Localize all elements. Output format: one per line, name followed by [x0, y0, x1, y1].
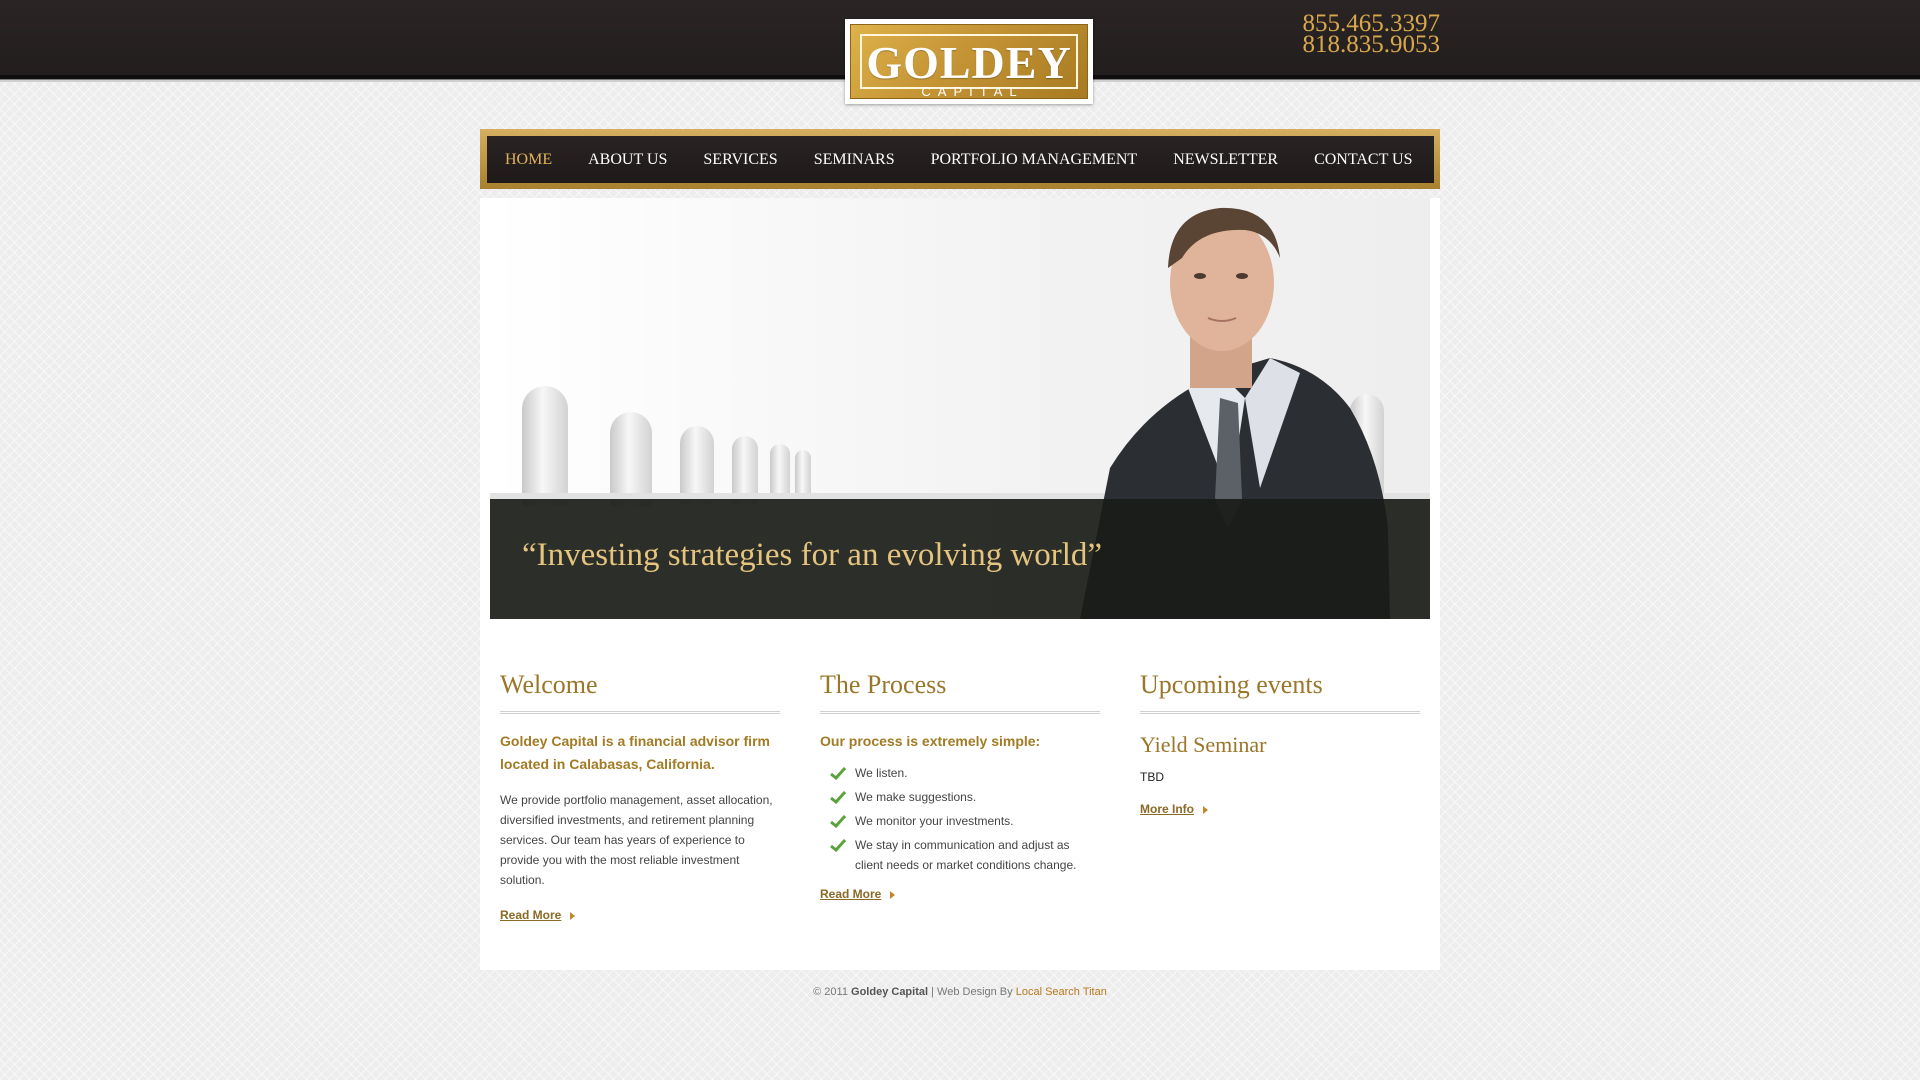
nav-contact-us[interactable]: CONTACT US — [1314, 151, 1412, 169]
arrow-right-icon — [1203, 805, 1208, 814]
events-heading: Upcoming events — [1140, 670, 1420, 714]
check-icon — [830, 766, 846, 780]
nav-home[interactable]: HOME — [505, 151, 552, 169]
welcome-read-more-link[interactable]: Read More — [500, 908, 576, 922]
list-item: We monitor your investments. — [830, 811, 1100, 831]
logo-word: GOLDEY — [866, 37, 1072, 88]
nav-about-us[interactable]: ABOUT US — [588, 151, 667, 169]
more-info-link[interactable]: More Info — [1140, 802, 1208, 816]
step-text: We stay in communication and adjust as c… — [855, 838, 1077, 872]
welcome-column: Welcome Goldey Capital is a financial ad… — [500, 670, 780, 924]
events-column: Upcoming events Yield Seminar TBD More I… — [1140, 670, 1420, 818]
step-text: We monitor your investments. — [855, 814, 1014, 828]
process-steps: We listen. We make suggestions. We monit… — [830, 763, 1100, 875]
hero-banner: “Investing strategies for an evolving wo… — [490, 499, 1430, 619]
footer-company: Goldey Capital — [851, 986, 929, 998]
welcome-body: We provide portfolio management, asset a… — [500, 793, 773, 887]
nav-portfolio-management[interactable]: PORTFOLIO MANAGEMENT — [931, 151, 1138, 169]
step-text: We listen. — [855, 766, 908, 780]
welcome-heading: Welcome — [500, 670, 780, 714]
chair-shape — [522, 386, 568, 506]
check-icon — [830, 838, 846, 852]
footer: © 2011 Goldey Capital | Web Design By Lo… — [0, 986, 1920, 998]
phone-numbers: 855.465.3397 818.835.9053 — [1303, 11, 1441, 57]
nav-newsletter[interactable]: NEWSLETTER — [1173, 151, 1278, 169]
footer-copyright: © 2011 — [813, 986, 848, 998]
process-column: The Process Our process is extremely sim… — [820, 670, 1100, 903]
step-text: We make suggestions. — [855, 790, 977, 804]
process-read-more-link[interactable]: Read More — [820, 887, 896, 901]
more-info-label: More Info — [1140, 802, 1194, 816]
list-item: We stay in communication and adjust as c… — [830, 835, 1100, 875]
arrow-right-icon — [570, 911, 576, 920]
goldey-capital-logo[interactable]: GOLDEY CAPITAL — [845, 19, 1093, 104]
main-nav: HOME ABOUT US SERVICES SEMINARS PORTFOLI… — [480, 129, 1440, 189]
check-icon — [830, 790, 846, 804]
process-lead: Our process is extremely simple: — [820, 733, 1041, 749]
read-more-label: Read More — [500, 908, 562, 922]
check-icon — [830, 814, 846, 828]
hero-quote: “Investing strategies for an evolving wo… — [522, 537, 1103, 573]
list-item: We listen. — [830, 763, 1100, 783]
read-more-label: Read More — [820, 887, 882, 901]
arrow-right-icon — [890, 890, 896, 899]
hero-image: “Investing strategies for an evolving wo… — [490, 198, 1430, 619]
process-heading: The Process — [820, 670, 1100, 714]
welcome-lead: Goldey Capital is a financial advisor fi… — [500, 733, 770, 772]
footer-designer-link[interactable]: Local Search Titan — [1016, 986, 1107, 998]
phone-number-2[interactable]: 818.835.9053 — [1303, 32, 1441, 57]
footer-separator: | Web Design By — [931, 986, 1013, 998]
list-item: We make suggestions. — [830, 787, 1100, 807]
nav-seminars[interactable]: SEMINARS — [814, 151, 895, 169]
nav-services[interactable]: SERVICES — [703, 151, 777, 169]
event-date: TBD — [1140, 770, 1164, 784]
content-panel: “Investing strategies for an evolving wo… — [480, 198, 1440, 970]
event-title[interactable]: Yield Seminar — [1140, 732, 1420, 758]
